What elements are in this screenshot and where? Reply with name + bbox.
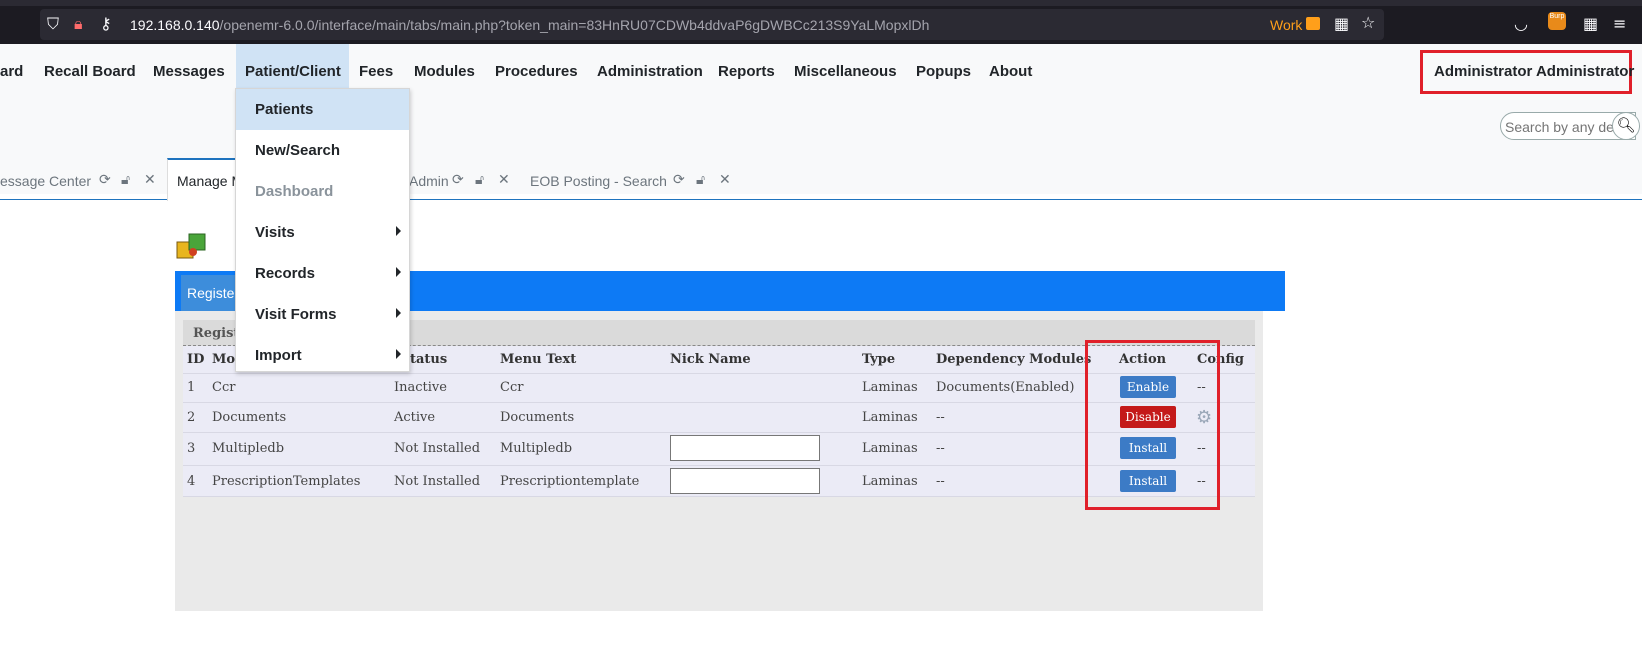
- refresh-icon[interactable]: ⟳: [673, 172, 685, 188]
- menu-item-visit-forms[interactable]: Visit Forms: [236, 294, 409, 335]
- nav-item-reports[interactable]: Reports: [718, 63, 775, 80]
- submenu-arrow-icon: [396, 349, 401, 359]
- menu-item-label: Patients: [255, 101, 314, 118]
- unlock-icon[interactable]: 🔓︎: [696, 172, 705, 188]
- patient-client-dropdown: Patients New/Search Dashboard Visits Rec…: [235, 88, 410, 372]
- hamburger-menu-icon[interactable]: ≡: [1613, 16, 1626, 32]
- refresh-icon[interactable]: ⟳: [452, 172, 464, 188]
- nav-item-fees[interactable]: Fees: [359, 63, 393, 80]
- pocket-icon[interactable]: ◡: [1514, 16, 1528, 32]
- url-text[interactable]: 192.168.0.140/openemr-6.0.0/interface/ma…: [130, 17, 929, 33]
- cell-menu-text: Documents: [500, 410, 575, 425]
- action-column-highlight: [1085, 340, 1220, 510]
- bookmark-star-icon[interactable]: ☆: [1361, 15, 1375, 31]
- briefcase-icon: [1306, 17, 1320, 30]
- insecure-lock-icon[interactable]: 🔒︎: [74, 16, 83, 32]
- col-menu-text: Menu Text: [500, 352, 577, 367]
- cell-status: Not Installed: [394, 441, 481, 456]
- cell-dependency: --: [936, 441, 945, 456]
- cell-type: Laminas: [862, 474, 918, 489]
- menu-item-new-search[interactable]: New/Search: [236, 130, 409, 171]
- col-nick-name: Nick Name: [670, 352, 751, 367]
- menu-item-label: Import: [255, 347, 302, 364]
- submenu-arrow-icon: [396, 308, 401, 318]
- submenu-arrow-icon: [396, 226, 401, 236]
- nav-item-modules[interactable]: Modules: [414, 63, 475, 80]
- cell-status: Active: [394, 410, 436, 425]
- cell-module-name: PrescriptionTemplates: [212, 474, 361, 489]
- menu-item-label: New/Search: [255, 142, 341, 159]
- close-icon[interactable]: ✕: [144, 172, 156, 188]
- nav-item-messages[interactable]: Messages: [153, 63, 225, 80]
- col-status: tatus: [410, 352, 448, 367]
- tab-admin[interactable]: Admin: [409, 173, 449, 189]
- burp-extension-icon[interactable]: Burp: [1548, 12, 1566, 30]
- cell-id: 1: [187, 380, 196, 395]
- col-dependency-modules: Dependency Modules: [936, 352, 1092, 367]
- menu-item-label: Visits: [255, 224, 295, 241]
- menu-item-label: Dashboard: [255, 183, 334, 200]
- menu-item-label: Visit Forms: [255, 306, 337, 323]
- cell-menu-text: Multipledb: [500, 441, 573, 456]
- menu-item-patients[interactable]: Patients: [236, 89, 409, 130]
- unlock-icon[interactable]: 🔓︎: [475, 172, 484, 188]
- nav-item-miscellaneous[interactable]: Miscellaneous: [794, 63, 897, 80]
- nav-item-procedures[interactable]: Procedures: [495, 63, 578, 80]
- tab-manage-modules[interactable]: Manage M: [177, 173, 243, 189]
- nick-name-input[interactable]: [670, 435, 820, 461]
- extensions-grid-icon[interactable]: ▦: [1583, 16, 1598, 32]
- cell-id: 2: [187, 410, 196, 425]
- cell-menu-text: Ccr: [500, 380, 524, 395]
- unlock-icon[interactable]: 🔓︎: [121, 172, 130, 188]
- qr-grid-icon[interactable]: ▦: [1334, 16, 1349, 32]
- tab-eob-posting-search[interactable]: EOB Posting - Search: [530, 173, 667, 189]
- menu-item-dashboard[interactable]: Dashboard: [236, 171, 409, 212]
- cell-status: Inactive: [394, 380, 447, 395]
- container-label[interactable]: Work: [1270, 17, 1302, 33]
- search-icon: 🔍︎: [1616, 117, 1636, 134]
- menu-item-visits[interactable]: Visits: [236, 212, 409, 253]
- nav-item-popups[interactable]: Popups: [916, 63, 971, 80]
- cell-module-name: Multipledb: [212, 441, 285, 456]
- close-icon[interactable]: ✕: [719, 172, 731, 188]
- key-icon[interactable]: ⚷: [100, 16, 112, 32]
- cell-status: Not Installed: [394, 474, 481, 489]
- browser-tab-strip: [0, 0, 1642, 6]
- cell-dependency: --: [936, 410, 945, 425]
- menu-item-label: Records: [255, 265, 316, 282]
- tab-message-center[interactable]: essage Center: [0, 173, 91, 189]
- nav-item-about[interactable]: About: [989, 63, 1032, 80]
- close-icon[interactable]: ✕: [498, 172, 510, 188]
- cell-dependency: Documents(Enabled): [936, 380, 1075, 395]
- cell-type: Laminas: [862, 380, 918, 395]
- cell-menu-text: Prescriptiontemplate: [500, 474, 640, 489]
- search-button[interactable]: 🔍︎: [1612, 112, 1640, 140]
- nick-name-input[interactable]: [670, 468, 820, 494]
- cell-type: Laminas: [862, 441, 918, 456]
- menu-item-records[interactable]: Records: [236, 253, 409, 294]
- nav-item-administration[interactable]: Administration: [597, 63, 703, 80]
- nav-item-flow-board[interactable]: ard: [0, 63, 23, 80]
- cell-module-name: Ccr: [212, 380, 236, 395]
- section-title: Regist: [193, 326, 240, 341]
- cell-module-name: Documents: [212, 410, 287, 425]
- menu-item-import[interactable]: Import: [236, 335, 409, 376]
- cell-dependency: --: [936, 474, 945, 489]
- col-id: ID: [187, 352, 205, 367]
- tab-registered[interactable]: Registere: [181, 275, 241, 311]
- refresh-icon[interactable]: ⟳: [99, 172, 111, 188]
- nav-item-recall-board[interactable]: Recall Board: [44, 63, 136, 80]
- col-type: Type: [862, 352, 896, 367]
- nav-item-patient-client[interactable]: Patient/Client: [245, 63, 341, 80]
- cell-id: 4: [187, 474, 196, 489]
- submenu-arrow-icon: [396, 267, 401, 277]
- cell-id: 3: [187, 441, 196, 456]
- puzzle-icon: [176, 233, 206, 259]
- user-menu[interactable]: Administrator Administrator: [1434, 63, 1634, 80]
- cell-type: Laminas: [862, 410, 918, 425]
- shield-icon[interactable]: ⛉: [47, 16, 59, 32]
